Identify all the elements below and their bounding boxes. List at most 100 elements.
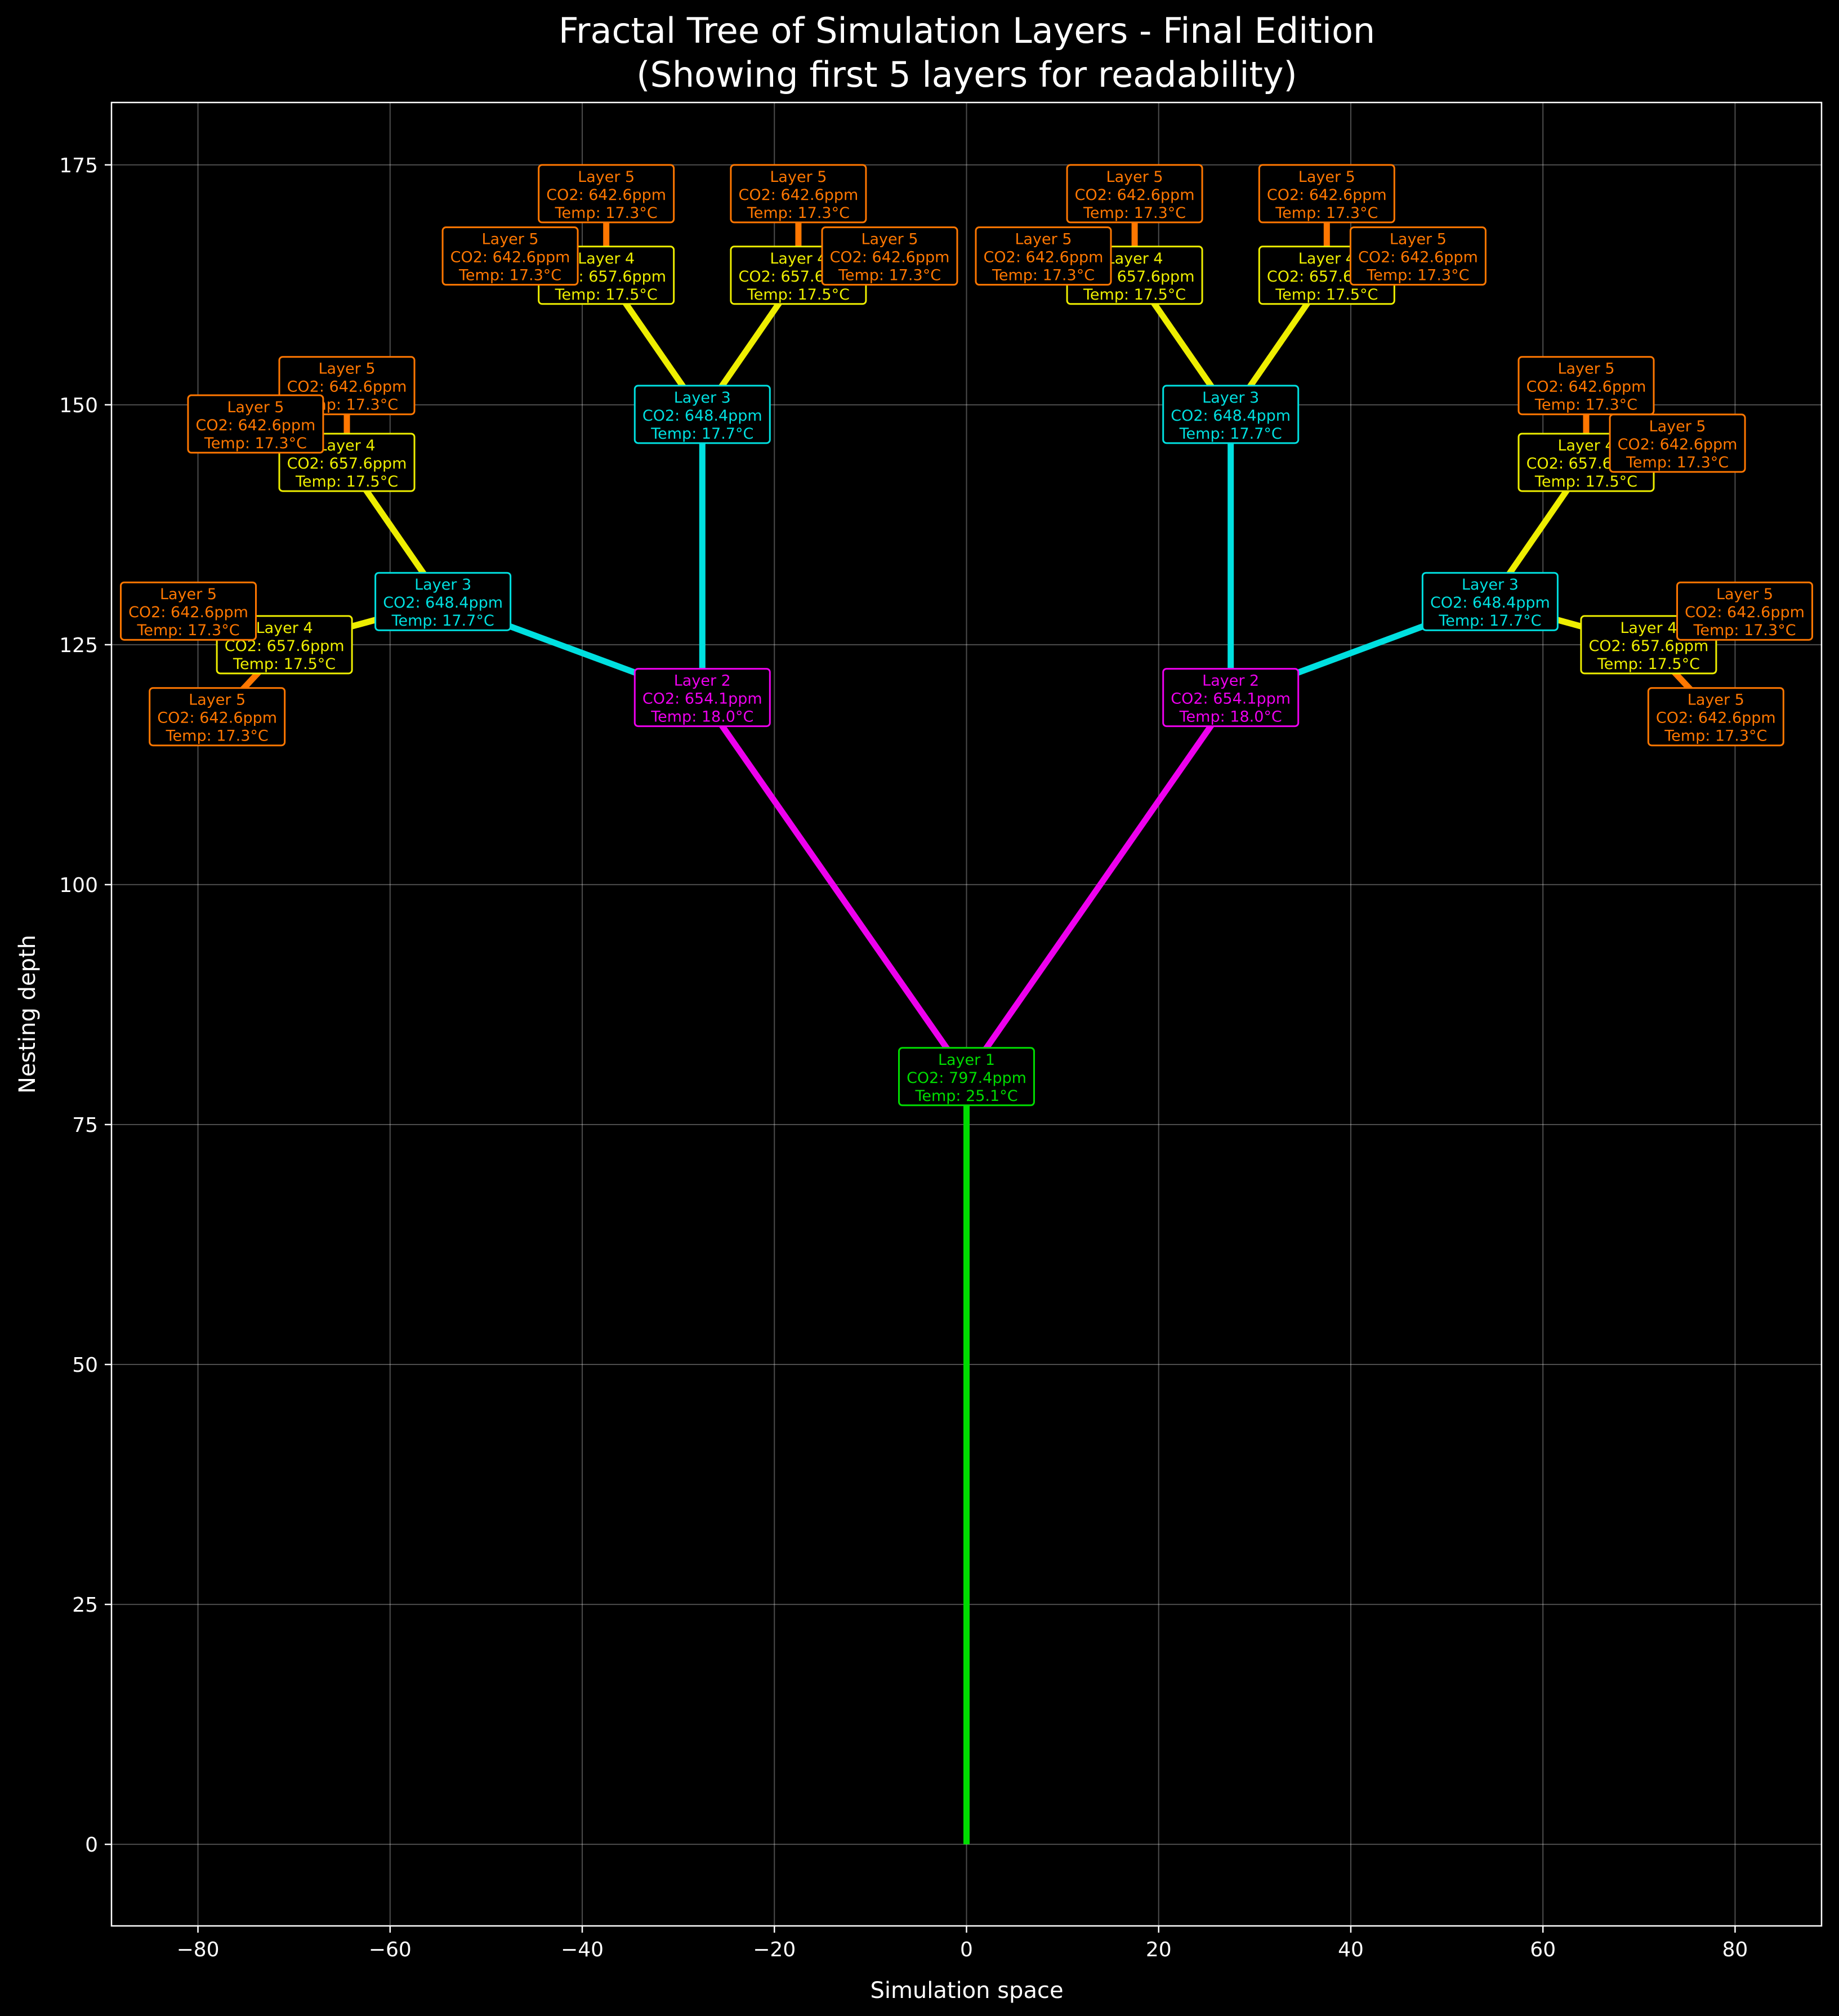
label-layer-name: Layer 4 [1557, 437, 1614, 454]
label-co2: CO2: 642.6ppm [1685, 604, 1805, 621]
layer-5-label-box: Layer 5CO2: 642.6ppmTemp: 17.3°C [1066, 164, 1203, 224]
layer-5-label-box: Layer 5CO2: 642.6ppmTemp: 17.3°C [149, 687, 286, 747]
layer-5-label-box: Layer 5CO2: 642.6ppmTemp: 17.3°C [1647, 687, 1784, 747]
label-co2: CO2: 648.4ppm [642, 407, 762, 425]
label-temp: Temp: 17.5°C [1534, 473, 1637, 490]
label-layer-name: Layer 5 [1688, 692, 1744, 709]
x-tick-label: −80 [177, 1938, 220, 1961]
label-co2: CO2: 642.6ppm [196, 417, 316, 434]
layer-1-label-box: Layer 1CO2: 797.4ppmTemp: 25.1°C [898, 1047, 1035, 1107]
label-layer-name: Layer 5 [1298, 168, 1355, 186]
layer-5-label-box: Layer 5CO2: 642.6ppmTemp: 17.3°C [975, 226, 1112, 286]
layer-3-label-box: Layer 3CO2: 648.4ppmTemp: 17.7°C [633, 385, 771, 444]
layer-2-label-box: Layer 2CO2: 654.1ppmTemp: 18.0°C [1162, 668, 1300, 728]
label-layer-name: Layer 5 [482, 231, 539, 248]
label-co2: CO2: 642.6ppm [546, 186, 666, 204]
label-temp: Temp: 18.0°C [650, 708, 753, 726]
x-tick-label: 80 [1722, 1938, 1748, 1961]
label-temp: Temp: 17.3°C [1664, 728, 1767, 745]
label-co2: CO2: 654.1ppm [642, 690, 762, 708]
y-tick-label: 100 [59, 874, 98, 897]
x-tick-label: 40 [1338, 1938, 1364, 1961]
label-temp: Temp: 17.3°C [1275, 204, 1378, 222]
layer-5-label-box: Layer 5CO2: 642.6ppmTemp: 17.3°C [187, 394, 324, 454]
fractal-tree-chart: Fractal Tree of Simulation Layers - Fina… [0, 0, 1839, 2016]
label-layer-name: Layer 5 [227, 399, 284, 416]
label-layer-name: Layer 5 [1015, 231, 1072, 248]
label-temp: Temp: 17.3°C [166, 728, 269, 745]
label-layer-name: Layer 3 [1202, 389, 1259, 407]
label-temp: Temp: 17.5°C [1597, 655, 1700, 673]
label-temp: Temp: 17.3°C [992, 267, 1095, 284]
label-layer-name: Layer 3 [1462, 576, 1519, 594]
x-tick-label: 60 [1530, 1938, 1556, 1961]
label-temp: Temp: 17.5°C [1275, 286, 1378, 304]
label-temp: Temp: 17.3°C [204, 435, 307, 452]
y-tick-label: 75 [72, 1114, 98, 1137]
layer-5-label-box: Layer 5CO2: 642.6ppmTemp: 17.3°C [1609, 413, 1746, 473]
layer-5-label-box: Layer 5CO2: 642.6ppmTemp: 17.3°C [1517, 356, 1655, 416]
label-co2: CO2: 642.6ppm [984, 249, 1104, 266]
y-tick-label: 125 [59, 634, 98, 657]
label-temp: Temp: 17.3°C [1366, 267, 1469, 284]
x-tick-label: −60 [369, 1938, 412, 1961]
label-temp: Temp: 17.3°C [136, 622, 239, 639]
label-layer-name: Layer 4 [318, 437, 375, 454]
layer-3-label-box: Layer 3CO2: 648.4ppmTemp: 17.7°C [374, 572, 512, 631]
layer-3-label-box: Layer 3CO2: 648.4ppmTemp: 17.7°C [1162, 385, 1300, 444]
label-layer-name: Layer 5 [318, 360, 375, 378]
layer-5-label-box: Layer 5CO2: 642.6ppmTemp: 17.3°C [730, 164, 867, 224]
label-layer-name: Layer 4 [1106, 250, 1163, 267]
label-temp: Temp: 17.5°C [295, 473, 398, 490]
y-axis-label: Nesting depth [15, 935, 41, 1094]
label-layer-name: Layer 1 [938, 1051, 995, 1069]
label-layer-name: Layer 5 [1106, 168, 1163, 186]
label-temp: Temp: 17.3°C [838, 267, 941, 284]
label-layer-name: Layer 4 [578, 250, 635, 267]
label-temp: Temp: 17.5°C [233, 655, 336, 673]
label-co2: CO2: 648.4ppm [1171, 407, 1291, 425]
label-co2: CO2: 642.6ppm [128, 604, 248, 621]
label-co2: CO2: 642.6ppm [738, 186, 858, 204]
label-layer-name: Layer 3 [414, 576, 471, 594]
label-temp: Temp: 17.5°C [747, 286, 850, 304]
label-layer-name: Layer 2 [674, 672, 731, 690]
x-axis-label: Simulation space [870, 1978, 1063, 2004]
label-co2: CO2: 657.6ppm [287, 455, 407, 472]
label-layer-name: Layer 5 [189, 692, 246, 709]
label-layer-name: Layer 5 [1390, 231, 1447, 248]
layer-5-label-box: Layer 5CO2: 642.6ppmTemp: 17.3°C [538, 164, 675, 224]
x-tick-label: 0 [960, 1938, 973, 1961]
chart-title-line2: (Showing first 5 layers for readability) [636, 54, 1297, 95]
label-temp: Temp: 17.7°C [650, 425, 753, 443]
label-co2: CO2: 642.6ppm [830, 249, 950, 266]
label-temp: Temp: 17.5°C [1083, 286, 1186, 304]
label-co2: CO2: 642.6ppm [1618, 436, 1738, 453]
layer-5-label-box: Layer 5CO2: 642.6ppmTemp: 17.3°C [119, 581, 257, 641]
label-co2: CO2: 642.6ppm [1075, 186, 1195, 204]
label-layer-name: Layer 5 [578, 168, 635, 186]
x-tick-label: −40 [561, 1938, 604, 1961]
layer-5-label-box: Layer 5CO2: 642.6ppmTemp: 17.3°C [1258, 164, 1395, 224]
x-tick-label: −20 [753, 1938, 796, 1961]
label-temp: Temp: 17.3°C [458, 267, 561, 284]
label-layer-name: Layer 4 [256, 619, 313, 637]
label-co2: CO2: 648.4ppm [383, 594, 503, 612]
label-temp: Temp: 18.0°C [1179, 708, 1282, 726]
label-layer-name: Layer 5 [160, 586, 217, 603]
label-layer-name: Layer 5 [1649, 418, 1706, 435]
label-co2: CO2: 642.6ppm [1526, 378, 1646, 396]
label-co2: CO2: 642.6ppm [287, 378, 407, 396]
label-layer-name: Layer 5 [770, 168, 827, 186]
label-layer-name: Layer 5 [1716, 586, 1773, 603]
label-temp: Temp: 17.3°C [1626, 454, 1729, 471]
label-layer-name: Layer 5 [1557, 360, 1614, 378]
label-layer-name: Layer 5 [861, 231, 918, 248]
layer-2-label-box: Layer 2CO2: 654.1ppmTemp: 18.0°C [633, 668, 771, 728]
label-temp: Temp: 17.3°C [747, 204, 850, 222]
label-co2: CO2: 642.6ppm [1656, 710, 1776, 727]
label-layer-name: Layer 4 [1620, 619, 1677, 637]
y-tick-label: 175 [59, 154, 98, 177]
y-tick-label: 0 [85, 1834, 98, 1857]
chart-title-line1: Fractal Tree of Simulation Layers - Fina… [559, 10, 1375, 51]
